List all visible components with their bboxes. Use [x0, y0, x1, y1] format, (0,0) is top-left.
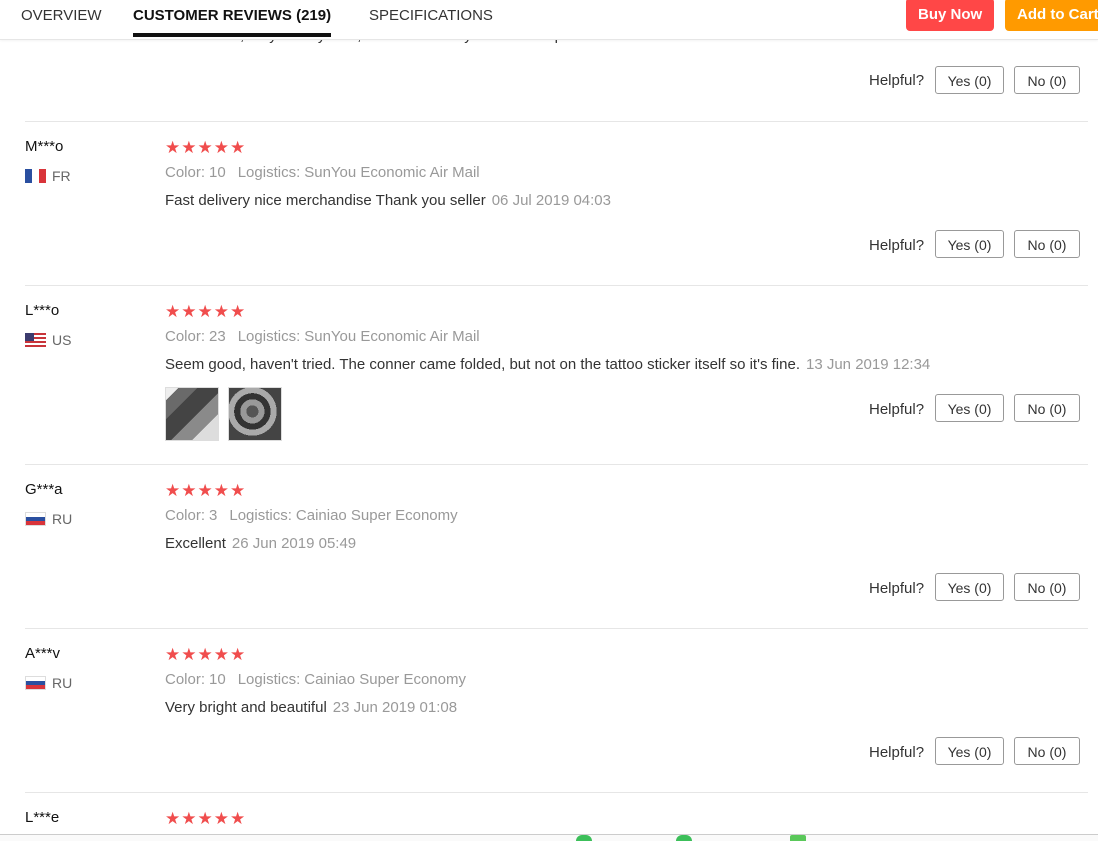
star-rating: ★★★★★ [165, 645, 247, 664]
reviewer-name: G***a [25, 481, 63, 498]
divider [25, 792, 1088, 793]
tab-specifications[interactable]: SPECIFICATIONS [369, 0, 493, 33]
helpful-label: Helpful? [869, 580, 925, 597]
divider [25, 628, 1088, 629]
flag-fr-icon [25, 169, 46, 183]
divider [25, 464, 1088, 465]
review-date: 23 Jun 2019 01:08 [332, 699, 458, 716]
reviewer-country: FR [25, 168, 71, 184]
review-text: Seem good, haven't tried. The conner cam… [165, 356, 931, 373]
review-meta: Color: 3 Logistics: Cainiao Super Economy [165, 507, 458, 524]
status-dot-icon [576, 835, 592, 841]
review-date: 26 Jun 2019 05:49 [231, 535, 357, 552]
helpful-no-button[interactable]: No (0) [1014, 573, 1080, 601]
star-rating: ★★★★★ [165, 481, 247, 500]
helpful-yes-button[interactable]: Yes (0) [935, 230, 1004, 258]
review-meta: Color: 10 Logistics: Cainiao Super Economy [165, 671, 466, 688]
star-rating: ★★★★★ [165, 138, 247, 157]
helpful-no-button[interactable]: No (0) [1014, 66, 1080, 94]
review-text: Fast delivery nice merchandise Thank you… [165, 192, 611, 209]
helpful-no-button[interactable]: No (0) [1014, 230, 1080, 258]
divider [25, 121, 1088, 122]
reviewer-country: RU [25, 675, 72, 691]
review-photo-thumbnail[interactable] [228, 387, 282, 441]
add-to-cart-button[interactable]: Add to Cart [1005, 0, 1098, 31]
helpful-yes-button[interactable]: Yes (0) [935, 573, 1004, 601]
reviewer-country: RU [25, 511, 72, 527]
review-text: Very bright and beautiful 23 Jun 2019 01:… [165, 699, 458, 716]
status-square-icon [790, 835, 806, 841]
reviews-list: The truth is, they're very nice, I'll se… [0, 0, 1098, 841]
tab-overview[interactable]: OVERVIEW [21, 0, 102, 33]
helpful-label: Helpful? [869, 401, 925, 418]
reviewer-name: L***e [25, 809, 60, 826]
helpful-label: Helpful? [869, 744, 925, 761]
review-meta: Color: 10 Logistics: SunYou Economic Air Ma… [165, 164, 480, 181]
reviewer-name: A***v [25, 645, 61, 662]
status-dot-icon [676, 835, 692, 841]
helpful-yes-button[interactable]: Yes (0) [935, 737, 1004, 765]
buy-now-button[interactable]: Buy Now [906, 0, 995, 31]
review-date: 13 Jun 2019 12:34 [805, 356, 931, 373]
review-meta: Color: 23 Logistics: SunYou Economic Air Ma… [165, 328, 480, 345]
tab-customer-reviews[interactable]: CUSTOMER REVIEWS (219) [133, 0, 332, 37]
helpful-no-button[interactable]: No (0) [1014, 737, 1080, 765]
review-photo-thumbnail[interactable] [165, 387, 219, 441]
star-rating: ★★★★★ [165, 809, 247, 828]
star-rating: ★★★★★ [165, 302, 247, 321]
product-tab-bar: OVERVIEW CUSTOMER REVIEWS (219) SPECIFIC… [0, 0, 1098, 40]
flag-ru-icon [25, 512, 46, 526]
review-text: Excellent 26 Jun 2019 05:49 [165, 535, 357, 552]
reviewer-name: M***o [25, 138, 64, 155]
helpful-no-button[interactable]: No (0) [1014, 394, 1080, 422]
reviewer-name: L***o [25, 302, 60, 319]
helpful-yes-button[interactable]: Yes (0) [935, 394, 1004, 422]
reviewer-country: US [25, 332, 71, 348]
review-date: 06 Jul 2019 04:03 [491, 192, 611, 209]
helpful-label: Helpful? [869, 72, 925, 89]
flag-us-icon [25, 333, 46, 347]
flag-ru-icon [25, 676, 46, 690]
divider [25, 285, 1088, 286]
helpful-label: Helpful? [869, 237, 925, 254]
helpful-yes-button[interactable]: Yes (0) [935, 66, 1004, 94]
